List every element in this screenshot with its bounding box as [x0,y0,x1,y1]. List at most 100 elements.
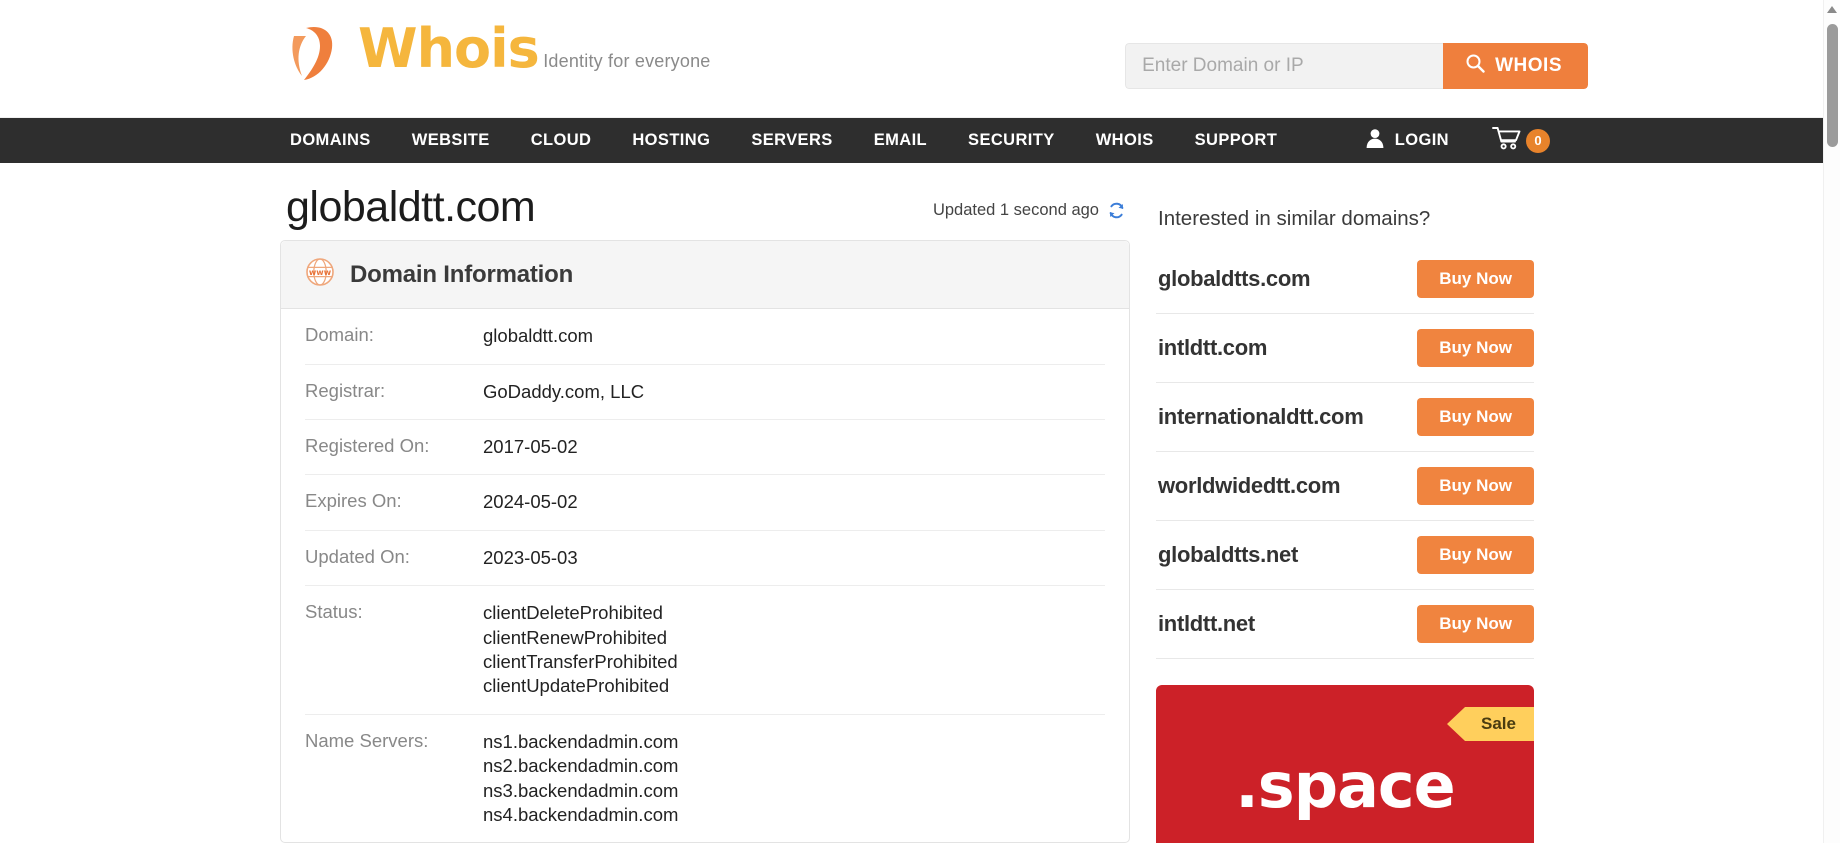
space-tld-promo-banner[interactable]: Sale .space [1156,685,1534,843]
whois-search-button[interactable]: WHOIS [1443,43,1588,89]
row-label: Registered On: [305,434,430,456]
similar-domain-name[interactable]: globaldtts.net [1158,542,1298,568]
page-title: globaldtt.com [286,183,536,231]
row-value-line: globaldtt.com [483,325,594,347]
table-row: Status: clientDeleteProhibited clientRen… [305,586,1105,715]
row-value: 2024-05-02 [483,490,578,514]
whois-lookup-page: Whois Identity for everyone WHOIS DOMAIN… [0,0,1840,843]
row-label: Registrar: [305,379,386,401]
domain-information-body: Domain: globaldtt.com Registrar: GoDaddy… [281,309,1129,842]
buy-now-button[interactable]: Buy Now [1417,398,1534,436]
row-value: 2023-05-03 [483,546,578,570]
cart-button[interactable]: 0 [1492,126,1550,156]
row-value: clientDeleteProhibited clientRenewProhib… [483,601,678,699]
logo-wordmark: Whois [358,17,540,80]
logo-tagline: Identity for everyone [543,51,711,71]
nav-item-cloud[interactable]: CLOUD [531,131,592,150]
row-value-line: ns3.backendadmin.com [483,779,679,801]
nav-primary-items: DOMAINS WEBSITE CLOUD HOSTING SERVERS EM… [290,131,1277,150]
row-value-line: 2017-05-02 [483,435,578,457]
whois-search-button-label: WHOIS [1495,55,1562,76]
list-item: internationaldtt.com Buy Now [1156,383,1534,452]
nav-item-support[interactable]: SUPPORT [1195,131,1278,150]
similar-domain-name[interactable]: globaldtts.com [1158,266,1311,292]
similar-domain-name[interactable]: intldtt.net [1158,611,1255,637]
shopping-cart-icon [1492,126,1522,156]
row-label: Name Servers: [305,729,429,751]
whois-search-form: WHOIS [1125,43,1588,89]
table-row: Domain: globaldtt.com [305,309,1105,365]
row-value: 2017-05-02 [483,435,578,459]
row-value-line: 2023-05-03 [483,546,578,568]
table-row: Registrar: GoDaddy.com, LLC [305,365,1105,420]
nav-item-whois[interactable]: WHOIS [1096,131,1154,150]
site-header: Whois Identity for everyone WHOIS [0,0,1840,118]
buy-now-button[interactable]: Buy Now [1417,536,1534,574]
main-column: globaldtt.com Updated 1 second ago www D… [280,183,1130,843]
domain-information-header: www Domain Information [281,241,1129,310]
list-item: worldwidedtt.com Buy Now [1156,452,1534,521]
table-row: Name Servers: ns1.backendadmin.com ns2.b… [305,715,1105,843]
row-label: Domain: [305,324,374,346]
cart-count-badge: 0 [1526,128,1550,153]
result-title-row: globaldtt.com Updated 1 second ago [280,183,1130,240]
www-globe-icon: www [305,257,335,292]
similar-domains-sidebar: Interested in similar domains? globaldtt… [1156,185,1534,843]
row-value: ns1.backendadmin.com ns2.backendadmin.co… [483,730,678,828]
nav-item-security[interactable]: SECURITY [968,131,1055,150]
site-logo[interactable]: Whois Identity for everyone [282,16,711,88]
row-value-line: ns4.backendadmin.com [483,804,679,826]
scroll-up-arrow-icon[interactable] [1827,6,1837,13]
sale-ribbon-badge: Sale [1447,707,1534,741]
search-icon [1465,53,1485,79]
similar-domain-name[interactable]: intldtt.com [1158,335,1267,361]
nav-item-servers[interactable]: SERVERS [751,131,832,150]
row-value-line: 2024-05-02 [483,491,578,513]
row-value-line: ns2.backendadmin.com [483,755,679,777]
buy-now-button[interactable]: Buy Now [1417,605,1534,643]
nav-item-email[interactable]: EMAIL [874,131,927,150]
row-label: Updated On: [305,545,410,567]
list-item: globaldtts.com Buy Now [1156,245,1534,314]
scrollbar-thumb[interactable] [1827,24,1838,147]
table-row: Expires On: 2024-05-02 [305,475,1105,531]
table-row: Registered On: 2017-05-02 [305,420,1105,476]
list-item: intldtt.net Buy Now [1156,590,1534,659]
domain-information-card: www Domain Information Domain: globaldtt… [280,240,1130,843]
row-value-line: clientDeleteProhibited [483,602,663,624]
nav-account-area: LOGIN 0 [1364,118,1550,163]
main-navigation: DOMAINS WEBSITE CLOUD HOSTING SERVERS EM… [0,118,1840,163]
promo-tld-label: .space [1235,749,1455,822]
page-scrollbar[interactable] [1823,0,1840,843]
row-value-line: clientTransferProhibited [483,650,678,672]
row-value-line: clientRenewProhibited [483,626,668,648]
buy-now-button[interactable]: Buy Now [1417,329,1534,367]
row-value: GoDaddy.com, LLC [483,380,644,404]
row-value-line: GoDaddy.com, LLC [483,380,645,402]
row-value-line: ns1.backendadmin.com [483,730,679,752]
list-item: intldtt.com Buy Now [1156,314,1534,383]
buy-now-button[interactable]: Buy Now [1417,260,1534,298]
sidebar-title: Interested in similar domains? [1158,207,1431,230]
row-value-line: clientUpdateProhibited [483,675,670,697]
similar-domain-name[interactable]: worldwidedtt.com [1158,473,1341,499]
user-icon [1364,127,1386,154]
updated-label: Updated 1 second ago [932,201,1099,220]
svg-text:www: www [309,268,332,277]
page-content: globaldtt.com Updated 1 second ago www D… [0,163,1840,843]
refresh-icon[interactable] [1107,201,1126,220]
nav-item-domains[interactable]: DOMAINS [290,131,371,150]
login-label: LOGIN [1394,131,1449,149]
nav-item-website[interactable]: WEBSITE [412,131,490,150]
table-row: Updated On: 2023-05-03 [305,531,1105,587]
updated-status: Updated 1 second ago [933,201,1126,230]
list-item: globaldtts.net Buy Now [1156,521,1534,590]
buy-now-button[interactable]: Buy Now [1417,467,1534,505]
search-input[interactable] [1125,43,1444,89]
nav-item-hosting[interactable]: HOSTING [632,131,710,150]
row-label: Status: [305,601,363,623]
whois-swoosh-logo-icon [282,16,354,88]
similar-domain-name[interactable]: internationaldtt.com [1158,404,1364,430]
login-button[interactable]: LOGIN [1364,127,1449,154]
row-value: globaldtt.com [483,324,593,348]
